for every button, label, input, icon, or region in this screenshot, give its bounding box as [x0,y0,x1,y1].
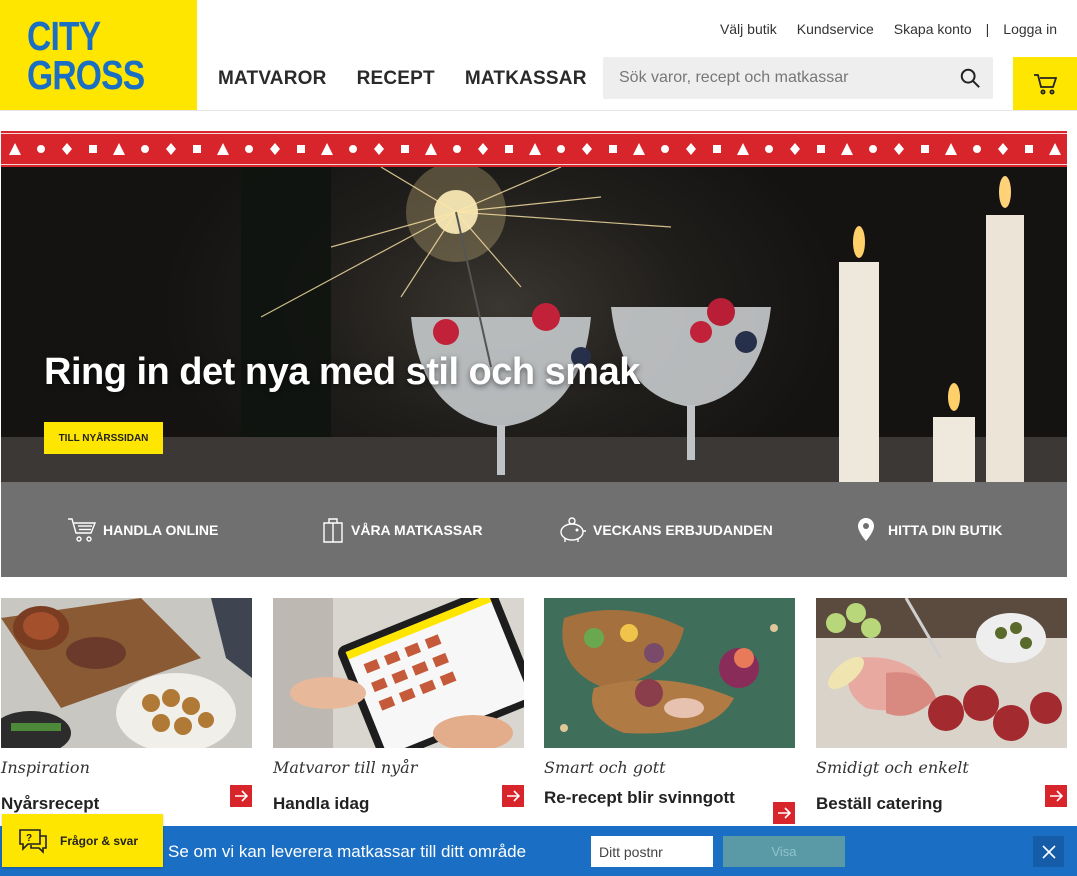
nav-matvaror[interactable]: MATVAROR [218,68,327,90]
top-links: Välj butik Kundservice Skapa konto | Log… [700,21,1057,37]
arrow-right-icon[interactable] [1045,785,1067,807]
quick-link-weekly-offers[interactable]: VECKANS ERBJUDANDEN [557,482,773,577]
faq-label: Frågor & svar [60,833,139,848]
card-title: Handla idag [273,794,370,813]
cart-button[interactable] [1013,57,1077,110]
quick-link-label: VECKANS ERBJUDANDEN [593,521,773,538]
quick-link-find-store[interactable]: HITTA DIN BUTIK [856,482,1002,577]
hero-banner[interactable]: /* placeholder */ [1,131,1067,482]
card-tag: Smidigt och enkelt [816,758,969,777]
city-gross-logo[interactable]: CITY GROSS [0,0,197,110]
logo-line-1: CITY [27,13,101,59]
quick-link-label: VÅRA MATKASSAR [351,521,483,538]
show-button[interactable]: Visa [723,836,845,867]
festive-pattern: /* placeholder */ [1,131,1067,167]
card-tag: Matvaror till nyår [273,758,418,777]
location-pin-icon [858,517,874,541]
card-tag: Smart och gott [544,758,666,777]
quick-link-label: HANDLA ONLINE [103,521,219,538]
new-year-page-button[interactable]: TILL NYÅRSSIDAN [44,422,163,454]
close-icon [1041,844,1056,859]
card-tag: Inspiration [1,758,90,777]
search-box [603,57,993,99]
card-title: Re-recept blir svinngott [544,788,735,807]
card-image [273,598,524,748]
arrow-right-icon[interactable] [773,802,795,824]
quick-link-shop-online[interactable]: HANDLA ONLINE [67,482,218,577]
card-title: Nyårsrecept [1,794,100,813]
arrow-right-icon[interactable] [230,785,252,807]
quick-link-label: HITTA DIN BUTIK [888,521,1003,538]
faq-button[interactable]: ? Frågor & svar [2,814,163,867]
create-account-link[interactable]: Skapa konto [894,21,972,37]
choose-store-link[interactable]: Välj butik [720,21,777,37]
close-button[interactable] [1033,836,1064,867]
arrow-right-icon[interactable] [502,785,524,807]
customer-service-link[interactable]: Kundservice [797,21,874,37]
svg-text:?: ? [26,833,32,844]
hero-title: Ring in det nya med stil och smak [44,351,640,393]
login-link[interactable]: Logga in [1003,21,1057,37]
postal-code-input[interactable] [591,836,713,867]
header-divider [0,110,1077,111]
card-re-recipe[interactable]: Smart och gott Re-recept blir svinngott [544,598,795,828]
bag-icon [323,517,343,543]
piggy-bank-icon [560,516,586,542]
card-catering[interactable]: Smidigt och enkelt Beställ catering [816,598,1067,828]
card-title: Beställ catering [816,794,943,813]
card-image [816,598,1067,748]
logo-line-2: GROSS [27,52,145,98]
shopping-cart-icon [68,517,97,542]
cart-icon [1034,73,1057,94]
quick-links-bar: HANDLA ONLINE VÅRA MATKASSAR VECKANS ERB… [1,482,1067,577]
quick-link-food-bags[interactable]: VÅRA MATKASSAR [321,482,482,577]
main-nav: MATVAROR RECEPT MATKASSAR [218,68,617,90]
nav-matkassar[interactable]: MATKASSAR [465,68,587,90]
card-image [1,598,252,748]
card-shop-today[interactable]: Matvaror till nyår Handla idag [273,598,524,828]
nav-recept[interactable]: RECEPT [357,68,435,90]
search-icon[interactable] [959,67,981,89]
card-new-year-recipes[interactable]: Inspiration Nyårsrecept [1,598,252,828]
delivery-check-text: Se om vi kan leverera matkassar till dit… [168,842,527,861]
link-separator: | [985,21,990,37]
card-image [544,598,795,748]
chat-bubble-icon: ? [19,828,47,854]
search-input[interactable] [603,57,943,99]
